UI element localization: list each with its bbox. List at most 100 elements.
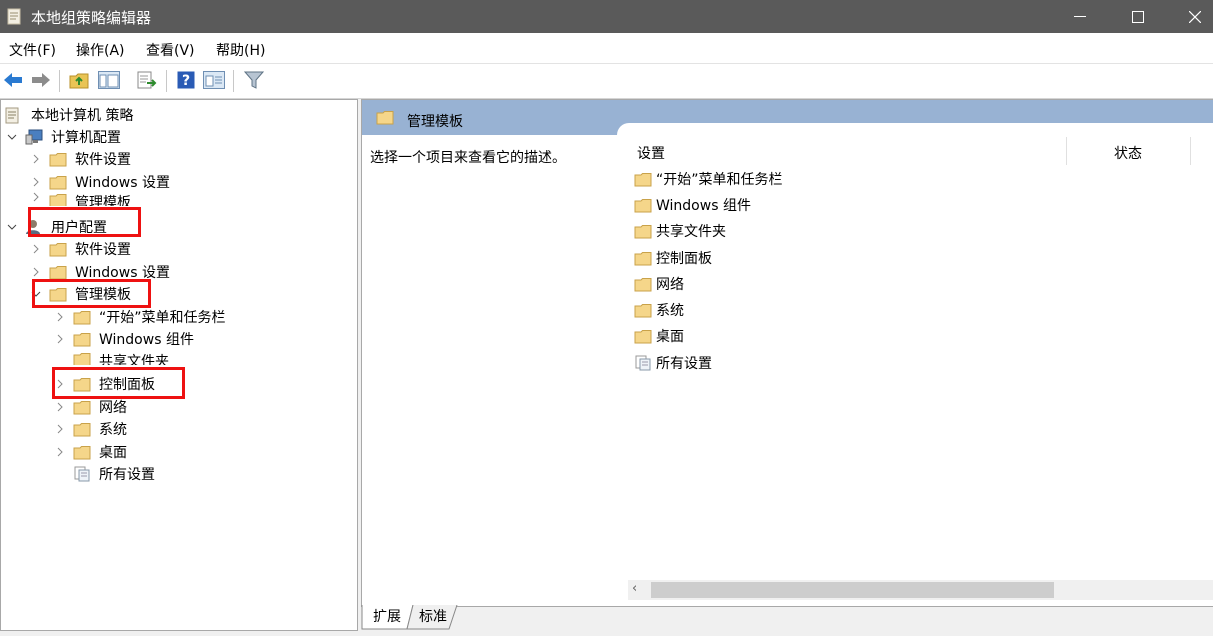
tree-label: 桌面 — [99, 445, 127, 461]
menu-file[interactable]: 文件(F) — [9, 40, 56, 60]
chevron-right-icon[interactable] — [29, 267, 43, 277]
toolbar-separator — [59, 70, 60, 92]
tree-item-admin-templates[interactable]: 管理模板 — [29, 192, 131, 206]
chevron-right-icon[interactable] — [29, 192, 43, 202]
details-content: 选择一个项目来查看它的描述。 设置 状态 “开始”菜单和任务栏 Windows … — [362, 123, 1213, 606]
folder-icon — [634, 276, 652, 292]
folder-icon — [634, 223, 652, 239]
tree-item-all-settings[interactable]: 所有设置 — [53, 463, 155, 485]
menu-action[interactable]: 操作(A) — [76, 40, 125, 60]
svg-text:?: ? — [182, 73, 190, 89]
tree-label: Windows 组件 — [99, 332, 194, 348]
menu-view[interactable]: 查看(V) — [146, 40, 195, 60]
close-button[interactable] — [1166, 0, 1213, 33]
folder-icon — [49, 241, 67, 257]
details-pane: 管理模板 选择一个项目来查看它的描述。 设置 状态 “开始”菜单和任务栏 Win… — [361, 99, 1213, 607]
list-item-desktop[interactable]: 桌面 — [634, 324, 684, 348]
column-header-setting[interactable]: 设置 — [637, 143, 665, 163]
toolbar: ? — [0, 63, 1213, 99]
chevron-down-icon[interactable] — [5, 223, 19, 231]
folder-icon — [73, 331, 91, 347]
all-settings-icon — [634, 355, 652, 371]
chevron-right-icon[interactable] — [53, 447, 67, 457]
chevron-right-icon[interactable] — [53, 334, 67, 344]
folder-icon — [73, 444, 91, 460]
list-item-label: 控制面板 — [656, 251, 712, 267]
toolbar-separator — [233, 70, 234, 92]
chevron-down-icon[interactable] — [5, 133, 19, 141]
column-divider — [1066, 137, 1067, 165]
chevron-right-icon[interactable] — [53, 424, 67, 434]
highlight-admin-templates — [32, 279, 151, 308]
folder-icon — [49, 174, 67, 190]
chevron-right-icon[interactable] — [29, 244, 43, 254]
tree-label: 软件设置 — [75, 152, 131, 168]
chevron-right-icon[interactable] — [53, 312, 67, 322]
list-item-control-panel[interactable]: 控制面板 — [634, 246, 712, 270]
description-text: 选择一个项目来查看它的描述。 — [370, 150, 566, 166]
scrollbar-thumb[interactable] — [651, 582, 1054, 598]
computer-icon — [25, 129, 43, 145]
tree-label: 本地计算机 策略 — [31, 108, 134, 124]
list-item-label: “开始”菜单和任务栏 — [656, 172, 783, 188]
chevron-right-icon[interactable] — [29, 177, 43, 187]
show-hide-tree-icon[interactable] — [98, 69, 120, 91]
horizontal-scrollbar[interactable]: ‹ — [628, 580, 1213, 600]
tree-item-desktop[interactable]: 桌面 — [53, 441, 127, 463]
filter-icon[interactable] — [243, 69, 265, 91]
chevron-right-icon[interactable] — [29, 154, 43, 164]
tree-pane: 本地计算机 策略 计算机配置 软件设置 Windows 设置 管理模板 用户配置… — [0, 99, 358, 631]
list-item-shared-folders[interactable]: 共享文件夹 — [634, 219, 726, 243]
back-arrow-icon[interactable] — [2, 69, 24, 91]
chevron-right-icon[interactable] — [53, 402, 67, 412]
toolbar-separator — [166, 70, 167, 92]
folder-icon — [49, 264, 67, 280]
menu-bar: 文件(F) 操作(A) 查看(V) 帮助(H) — [0, 33, 1213, 63]
tree-item-user-software-settings[interactable]: 软件设置 — [29, 238, 131, 260]
folder-icon — [49, 192, 67, 206]
forward-arrow-icon[interactable] — [30, 69, 52, 91]
tree-label: 所有设置 — [99, 467, 155, 483]
properties-icon[interactable] — [203, 69, 225, 91]
tree-label: “开始”菜单和任务栏 — [99, 310, 226, 326]
tree-item-shared-folders[interactable]: 共享文件夹 — [53, 351, 169, 365]
minimize-button[interactable] — [1051, 0, 1109, 33]
tree-label: 管理模板 — [75, 195, 131, 206]
tree-label: 网络 — [99, 400, 127, 416]
folder-icon — [634, 171, 652, 187]
up-folder-icon[interactable] — [68, 69, 90, 91]
column-header-state[interactable]: 状态 — [1114, 143, 1142, 163]
highlight-user-config — [28, 207, 141, 237]
tree-item-network[interactable]: 网络 — [53, 396, 127, 418]
tree-label: 系统 — [99, 422, 127, 438]
title-bar: 本地组策略编辑器 — [0, 0, 1213, 33]
tree-item-software-settings[interactable]: 软件设置 — [29, 148, 131, 170]
maximize-button[interactable] — [1109, 0, 1167, 33]
list-item-all-settings[interactable]: 所有设置 — [634, 351, 712, 375]
list-item-label: 共享文件夹 — [656, 224, 726, 240]
help-icon[interactable]: ? — [175, 69, 197, 91]
document-icon — [7, 8, 21, 25]
folder-icon — [73, 399, 91, 415]
folder-icon — [634, 302, 652, 318]
tree-label: Windows 设置 — [75, 175, 170, 191]
column-divider — [1190, 137, 1191, 165]
tree-item-root[interactable]: 本地计算机 策略 — [3, 104, 133, 126]
list-item-start-menu[interactable]: “开始”菜单和任务栏 — [634, 167, 783, 191]
folder-icon — [634, 197, 652, 213]
export-list-icon[interactable] — [136, 69, 158, 91]
tab-extended[interactable]: 扩展 — [369, 605, 405, 627]
list-item-windows-components[interactable]: Windows 组件 — [634, 193, 751, 217]
tab-standard[interactable]: 标准 — [415, 605, 451, 627]
tree-item-windows-components[interactable]: Windows 组件 — [53, 328, 194, 350]
folder-icon — [73, 421, 91, 437]
tree-item-system[interactable]: 系统 — [53, 418, 127, 440]
tree-item-computer-config[interactable]: 计算机配置 — [5, 126, 121, 148]
list-item-system[interactable]: 系统 — [634, 298, 684, 322]
list-item-network[interactable]: 网络 — [634, 272, 684, 296]
tree-label: 共享文件夹 — [99, 354, 169, 365]
tree-item-windows-settings[interactable]: Windows 设置 — [29, 171, 170, 193]
menu-help[interactable]: 帮助(H) — [216, 40, 265, 60]
scroll-left-icon[interactable]: ‹ — [632, 581, 637, 596]
tree-item-start-menu[interactable]: “开始”菜单和任务栏 — [53, 306, 226, 328]
